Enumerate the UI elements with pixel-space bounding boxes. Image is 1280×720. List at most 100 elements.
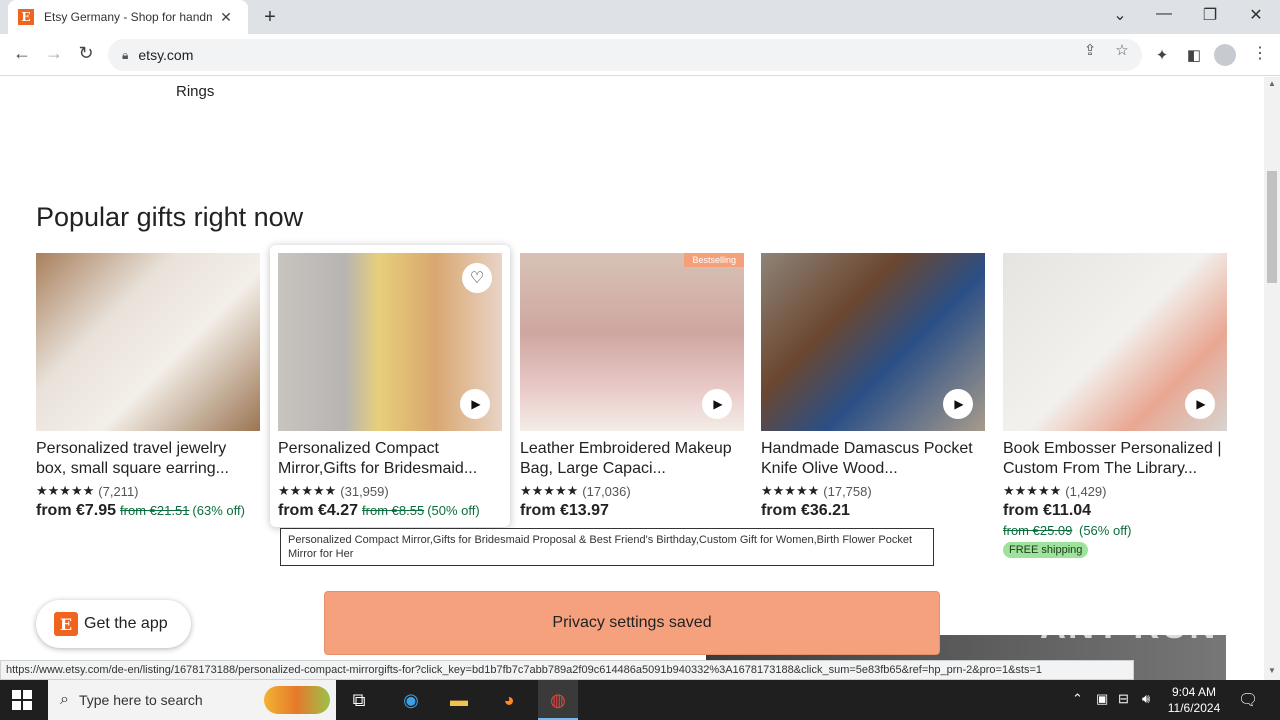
browser-menu-icon[interactable]: ⋮ [1252, 43, 1268, 63]
product-tooltip: Personalized Compact Mirror,Gifts for Br… [280, 528, 934, 566]
address-bar[interactable]: 🔒︎ etsy.com [108, 39, 1142, 71]
product-card[interactable]: Personalized travel jewelry box, small s… [36, 253, 260, 520]
extensions-icon[interactable]: ✦ [1152, 46, 1172, 64]
play-video-icon[interactable]: ▶ [1185, 389, 1215, 419]
product-card[interactable]: ▶ Book Embosser Personalized | Custom Fr… [1003, 253, 1227, 558]
minimize-icon[interactable]: — [1152, 5, 1176, 23]
show-hidden-icons-icon[interactable]: ⌃ [1072, 691, 1083, 707]
get-app-label: Get the app [84, 615, 168, 632]
review-count: (7,211) [98, 483, 139, 499]
close-window-icon[interactable]: ✕ [1244, 5, 1268, 25]
product-image[interactable] [36, 253, 260, 431]
link-status-bar: https://www.etsy.com/de-en/listing/16781… [0, 660, 1134, 680]
product-title[interactable]: Leather Embroidered Makeup Bag, Large Ca… [520, 439, 744, 479]
product-rating: ★★★★★ (17,036) [520, 483, 744, 499]
lock-icon: 🔒︎ [122, 47, 129, 62]
share-icon[interactable]: ⇪ [1080, 41, 1100, 59]
price-row: from €25.09 (56% off) [1003, 523, 1227, 538]
side-panel-icon[interactable]: ◧ [1184, 46, 1204, 64]
discount: (56% off) [1079, 523, 1132, 538]
original-price: from €25.09 [1003, 523, 1073, 538]
product-title[interactable]: Personalized Compact Mirror,Gifts for Br… [278, 439, 502, 479]
play-video-icon[interactable]: ▶ [460, 389, 490, 419]
profile-avatar-icon[interactable] [1214, 44, 1236, 66]
task-view-icon[interactable]: ⧉ [346, 688, 372, 712]
product-card[interactable]: Bestselling ▶ Leather Embroidered Makeup… [520, 253, 744, 520]
discount: (63% off) [192, 503, 245, 518]
product-image[interactable]: ▶ [761, 253, 985, 431]
product-image[interactable]: ▶ [1003, 253, 1227, 431]
network-icon[interactable]: ⊟ [1118, 691, 1129, 707]
play-video-icon[interactable]: ▶ [943, 389, 973, 419]
play-video-icon[interactable]: ▶ [702, 389, 732, 419]
product-rating: ★★★★★ (7,211) [36, 483, 260, 499]
bestseller-badge: Bestselling [684, 253, 744, 267]
product-title[interactable]: Handmade Damascus Pocket Knife Olive Woo… [761, 439, 985, 479]
review-count: (31,959) [340, 483, 389, 499]
product-image[interactable]: Bestselling ▶ [520, 253, 744, 431]
scroll-thumb[interactable] [1267, 171, 1277, 283]
rating-stars: ★★★★★ [278, 483, 337, 498]
search-highlight-image [264, 686, 330, 714]
notifications-icon[interactable]: 🗨︎ [1238, 690, 1258, 710]
taskbar-clock[interactable]: 9:04 AM 11/6/2024 [1164, 684, 1224, 716]
reload-icon[interactable]: ↻ [74, 43, 98, 64]
product-title[interactable]: Book Embosser Personalized | Custom From… [1003, 439, 1227, 479]
page-scrollbar[interactable]: ▲ ▼ [1264, 77, 1280, 680]
etsy-logo-icon: E [54, 612, 78, 636]
forward-icon[interactable]: → [42, 43, 66, 64]
price-row: from €13.97 [520, 502, 744, 520]
clock-date: 11/6/2024 [1167, 701, 1221, 715]
product-price: from €11.04 [1003, 502, 1092, 519]
taskbar: ⌕ Type here to search ⧉ ◉ ▬ ◕ ◍ ⌃ ▣ ⊟ 🔊︎… [0, 680, 1280, 720]
scroll-down-icon[interactable]: ▼ [1268, 666, 1276, 675]
back-icon[interactable]: ← [10, 43, 34, 64]
new-tab-button[interactable]: + [258, 6, 282, 29]
clock-time: 9:04 AM [1171, 685, 1217, 699]
rating-stars: ★★★★★ [761, 483, 820, 498]
product-image[interactable]: ♡ ▶ [278, 253, 502, 431]
review-count: (17,036) [582, 483, 631, 499]
get-the-app-button[interactable]: E Get the app [36, 600, 191, 648]
product-price: from €36.21 [761, 502, 850, 519]
tab-search-icon[interactable]: ⌄ [1108, 5, 1132, 25]
free-shipping-badge: FREE shipping [1003, 542, 1089, 558]
scroll-up-icon[interactable]: ▲ [1268, 79, 1276, 88]
taskbar-search-input[interactable]: Type here to search [79, 692, 203, 708]
restore-icon[interactable]: ❐ [1198, 5, 1222, 25]
device-icon[interactable]: ▣ [1096, 691, 1108, 707]
rating-stars: ★★★★★ [36, 483, 95, 498]
url-text: etsy.com [138, 47, 194, 63]
windows-start-icon[interactable] [12, 690, 32, 710]
original-price: from €21.51 [120, 503, 190, 518]
product-price: from €4.27 [278, 502, 359, 519]
edge-icon[interactable]: ◉ [398, 688, 424, 712]
chrome-icon[interactable]: ◍ [545, 688, 571, 712]
product-card[interactable]: ▶ Handmade Damascus Pocket Knife Olive W… [761, 253, 985, 520]
favorite-heart-icon[interactable]: ♡ [462, 263, 492, 293]
taskbar-search[interactable]: ⌕ Type here to search [48, 680, 336, 720]
rating-stars: ★★★★★ [1003, 483, 1062, 498]
volume-icon[interactable]: 🔊︎ [1142, 691, 1150, 707]
browser-tab-etsy[interactable]: E Etsy Germany - Shop for handmade ✕ [8, 0, 248, 34]
product-rating: ★★★★★ (31,959) [278, 483, 502, 499]
price-row: from €36.21 [761, 502, 985, 520]
privacy-toast: Privacy settings saved [324, 591, 940, 655]
original-price: from €8.55 [362, 503, 425, 518]
etsy-favicon-icon: E [18, 9, 34, 25]
product-title[interactable]: Personalized travel jewelry box, small s… [36, 439, 260, 479]
close-tab-icon[interactable]: ✕ [218, 9, 234, 26]
firefox-icon[interactable]: ◕ [496, 688, 522, 712]
section-title: Popular gifts right now [36, 202, 304, 232]
file-explorer-icon[interactable]: ▬ [446, 688, 472, 712]
search-icon: ⌕ [60, 691, 69, 708]
price-row: from €11.04 [1003, 502, 1227, 520]
watermark-logo: ANY RUN [1040, 605, 1218, 646]
product-rating: ★★★★★ (17,758) [761, 483, 985, 499]
category-label-rings[interactable]: Rings [176, 83, 214, 100]
price-row: from €4.27 from €8.55 (50% off) [278, 502, 502, 520]
product-price: from €7.95 [36, 502, 117, 519]
product-card[interactable]: ♡ ▶ Personalized Compact Mirror,Gifts fo… [270, 245, 510, 527]
bookmark-star-icon[interactable]: ☆ [1112, 41, 1132, 59]
etsy-page: Rings Popular gifts right now Personaliz… [0, 77, 1264, 680]
